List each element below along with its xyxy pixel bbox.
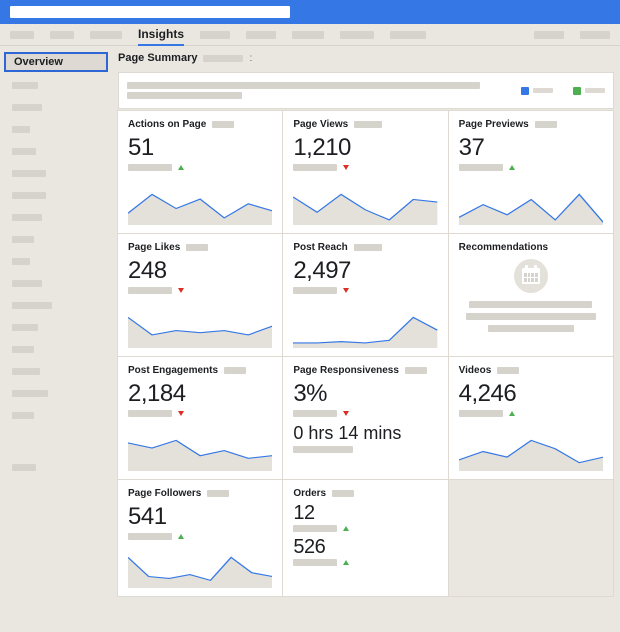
card-post-reach[interactable]: Post Reach 2,497 bbox=[282, 233, 448, 357]
sidebar-item[interactable] bbox=[4, 98, 108, 116]
card-title: Page Followers bbox=[128, 488, 201, 499]
card-chart bbox=[128, 191, 272, 225]
trend-icon bbox=[343, 165, 349, 170]
tab-placeholder[interactable] bbox=[50, 31, 74, 39]
page-summary-title: Page Summary bbox=[118, 52, 197, 64]
reco-text bbox=[459, 301, 603, 332]
legend bbox=[521, 87, 605, 95]
sidebar-item[interactable] bbox=[4, 384, 108, 402]
sidebar-item[interactable] bbox=[4, 318, 108, 336]
calendar-icon bbox=[514, 259, 548, 293]
tab-placeholder[interactable] bbox=[200, 31, 230, 39]
sidebar-item[interactable] bbox=[4, 274, 108, 292]
card-chart bbox=[293, 314, 437, 348]
card-chart bbox=[459, 191, 603, 225]
card-value: 1,210 bbox=[293, 134, 437, 162]
sidebar-item[interactable] bbox=[4, 164, 108, 182]
tab-placeholder[interactable] bbox=[292, 31, 324, 39]
orders-value-1: 12 bbox=[293, 502, 437, 525]
trend-icon bbox=[509, 411, 515, 416]
card-value: 4,246 bbox=[459, 380, 603, 408]
card-chart bbox=[459, 437, 603, 471]
tab-placeholder[interactable] bbox=[246, 31, 276, 39]
legend-swatch-b bbox=[573, 87, 581, 95]
card-recommendations[interactable]: Recommendations bbox=[448, 233, 614, 357]
card-post-engagements[interactable]: Post Engagements 2,184 bbox=[117, 356, 283, 480]
search-input[interactable] bbox=[10, 6, 290, 18]
card-title: Page Responsiveness bbox=[293, 365, 399, 376]
sidebar-item[interactable] bbox=[4, 458, 108, 476]
trend-icon bbox=[178, 411, 184, 416]
card-title: Post Engagements bbox=[128, 365, 218, 376]
card-page-previews[interactable]: Page Previews 37 bbox=[448, 110, 614, 234]
tab-placeholder[interactable] bbox=[534, 31, 564, 39]
sidebar: Overview bbox=[0, 46, 108, 603]
metrics-grid: Actions on Page 51 Page Views 1,210 Page… bbox=[118, 111, 614, 597]
main-content: Page Summary : Actions on Page 51 Page V… bbox=[108, 46, 620, 603]
sidebar-item[interactable] bbox=[4, 406, 108, 424]
tab-bar: Insights bbox=[0, 24, 620, 46]
card-title: Page Views bbox=[293, 119, 348, 130]
card-page-responsiveness[interactable]: Page Responsiveness 3% 0 hrs 14 mins bbox=[282, 356, 448, 480]
sidebar-item[interactable] bbox=[4, 296, 108, 314]
sidebar-item[interactable] bbox=[4, 76, 108, 94]
trend-icon bbox=[343, 560, 349, 565]
trend-icon bbox=[343, 411, 349, 416]
orders-value-2: 526 bbox=[293, 536, 437, 559]
card-chart bbox=[128, 437, 272, 471]
card-value: 3% bbox=[293, 380, 437, 408]
page-summary-header: Page Summary : bbox=[118, 52, 614, 64]
sidebar-item[interactable] bbox=[4, 208, 108, 226]
card-title: Orders bbox=[293, 488, 326, 499]
card-value: 37 bbox=[459, 134, 603, 162]
card-actions-on-page[interactable]: Actions on Page 51 bbox=[117, 110, 283, 234]
trend-icon bbox=[178, 165, 184, 170]
card-title: Post Reach bbox=[293, 242, 347, 253]
card-value: 2,184 bbox=[128, 380, 272, 408]
sidebar-item[interactable] bbox=[4, 120, 108, 138]
response-time: 0 hrs 14 mins bbox=[293, 423, 437, 444]
trend-icon bbox=[343, 288, 349, 293]
summary-info-bar bbox=[118, 72, 614, 109]
tab-placeholder[interactable] bbox=[10, 31, 34, 39]
sidebar-item[interactable] bbox=[4, 230, 108, 248]
tab-insights[interactable]: Insights bbox=[138, 24, 184, 46]
tab-placeholder[interactable] bbox=[390, 31, 426, 39]
sidebar-item[interactable] bbox=[4, 142, 108, 160]
tab-placeholder[interactable] bbox=[340, 31, 374, 39]
card-title: Page Previews bbox=[459, 119, 529, 130]
card-title: Videos bbox=[459, 365, 492, 376]
sidebar-item[interactable] bbox=[4, 362, 108, 380]
trend-icon bbox=[343, 526, 349, 531]
card-page-followers[interactable]: Page Followers 541 bbox=[117, 479, 283, 597]
sidebar-item[interactable] bbox=[4, 340, 108, 358]
card-title: Actions on Page bbox=[128, 119, 206, 130]
card-chart bbox=[293, 191, 437, 225]
card-page-likes[interactable]: Page Likes 248 bbox=[117, 233, 283, 357]
card-value: 51 bbox=[128, 134, 272, 162]
sidebar-item[interactable] bbox=[4, 186, 108, 204]
card-videos[interactable]: Videos 4,246 bbox=[448, 356, 614, 480]
tab-placeholder[interactable] bbox=[90, 31, 122, 39]
card-value: 2,497 bbox=[293, 257, 437, 285]
card-chart bbox=[128, 554, 272, 588]
card-value: 248 bbox=[128, 257, 272, 285]
trend-icon bbox=[509, 165, 515, 170]
card-page-views[interactable]: Page Views 1,210 bbox=[282, 110, 448, 234]
card-orders[interactable]: Orders 12 526 bbox=[282, 479, 448, 597]
card-chart bbox=[128, 314, 272, 348]
card-title: Page Likes bbox=[128, 242, 180, 253]
sidebar-item-overview[interactable]: Overview bbox=[4, 52, 108, 72]
card-title: Recommendations bbox=[459, 242, 548, 253]
card-value: 541 bbox=[128, 503, 272, 531]
sidebar-item[interactable] bbox=[4, 252, 108, 270]
trend-icon bbox=[178, 288, 184, 293]
legend-swatch-a bbox=[521, 87, 529, 95]
top-bar bbox=[0, 0, 620, 24]
tab-placeholder[interactable] bbox=[580, 31, 610, 39]
trend-icon bbox=[178, 534, 184, 539]
card-empty bbox=[448, 479, 614, 597]
